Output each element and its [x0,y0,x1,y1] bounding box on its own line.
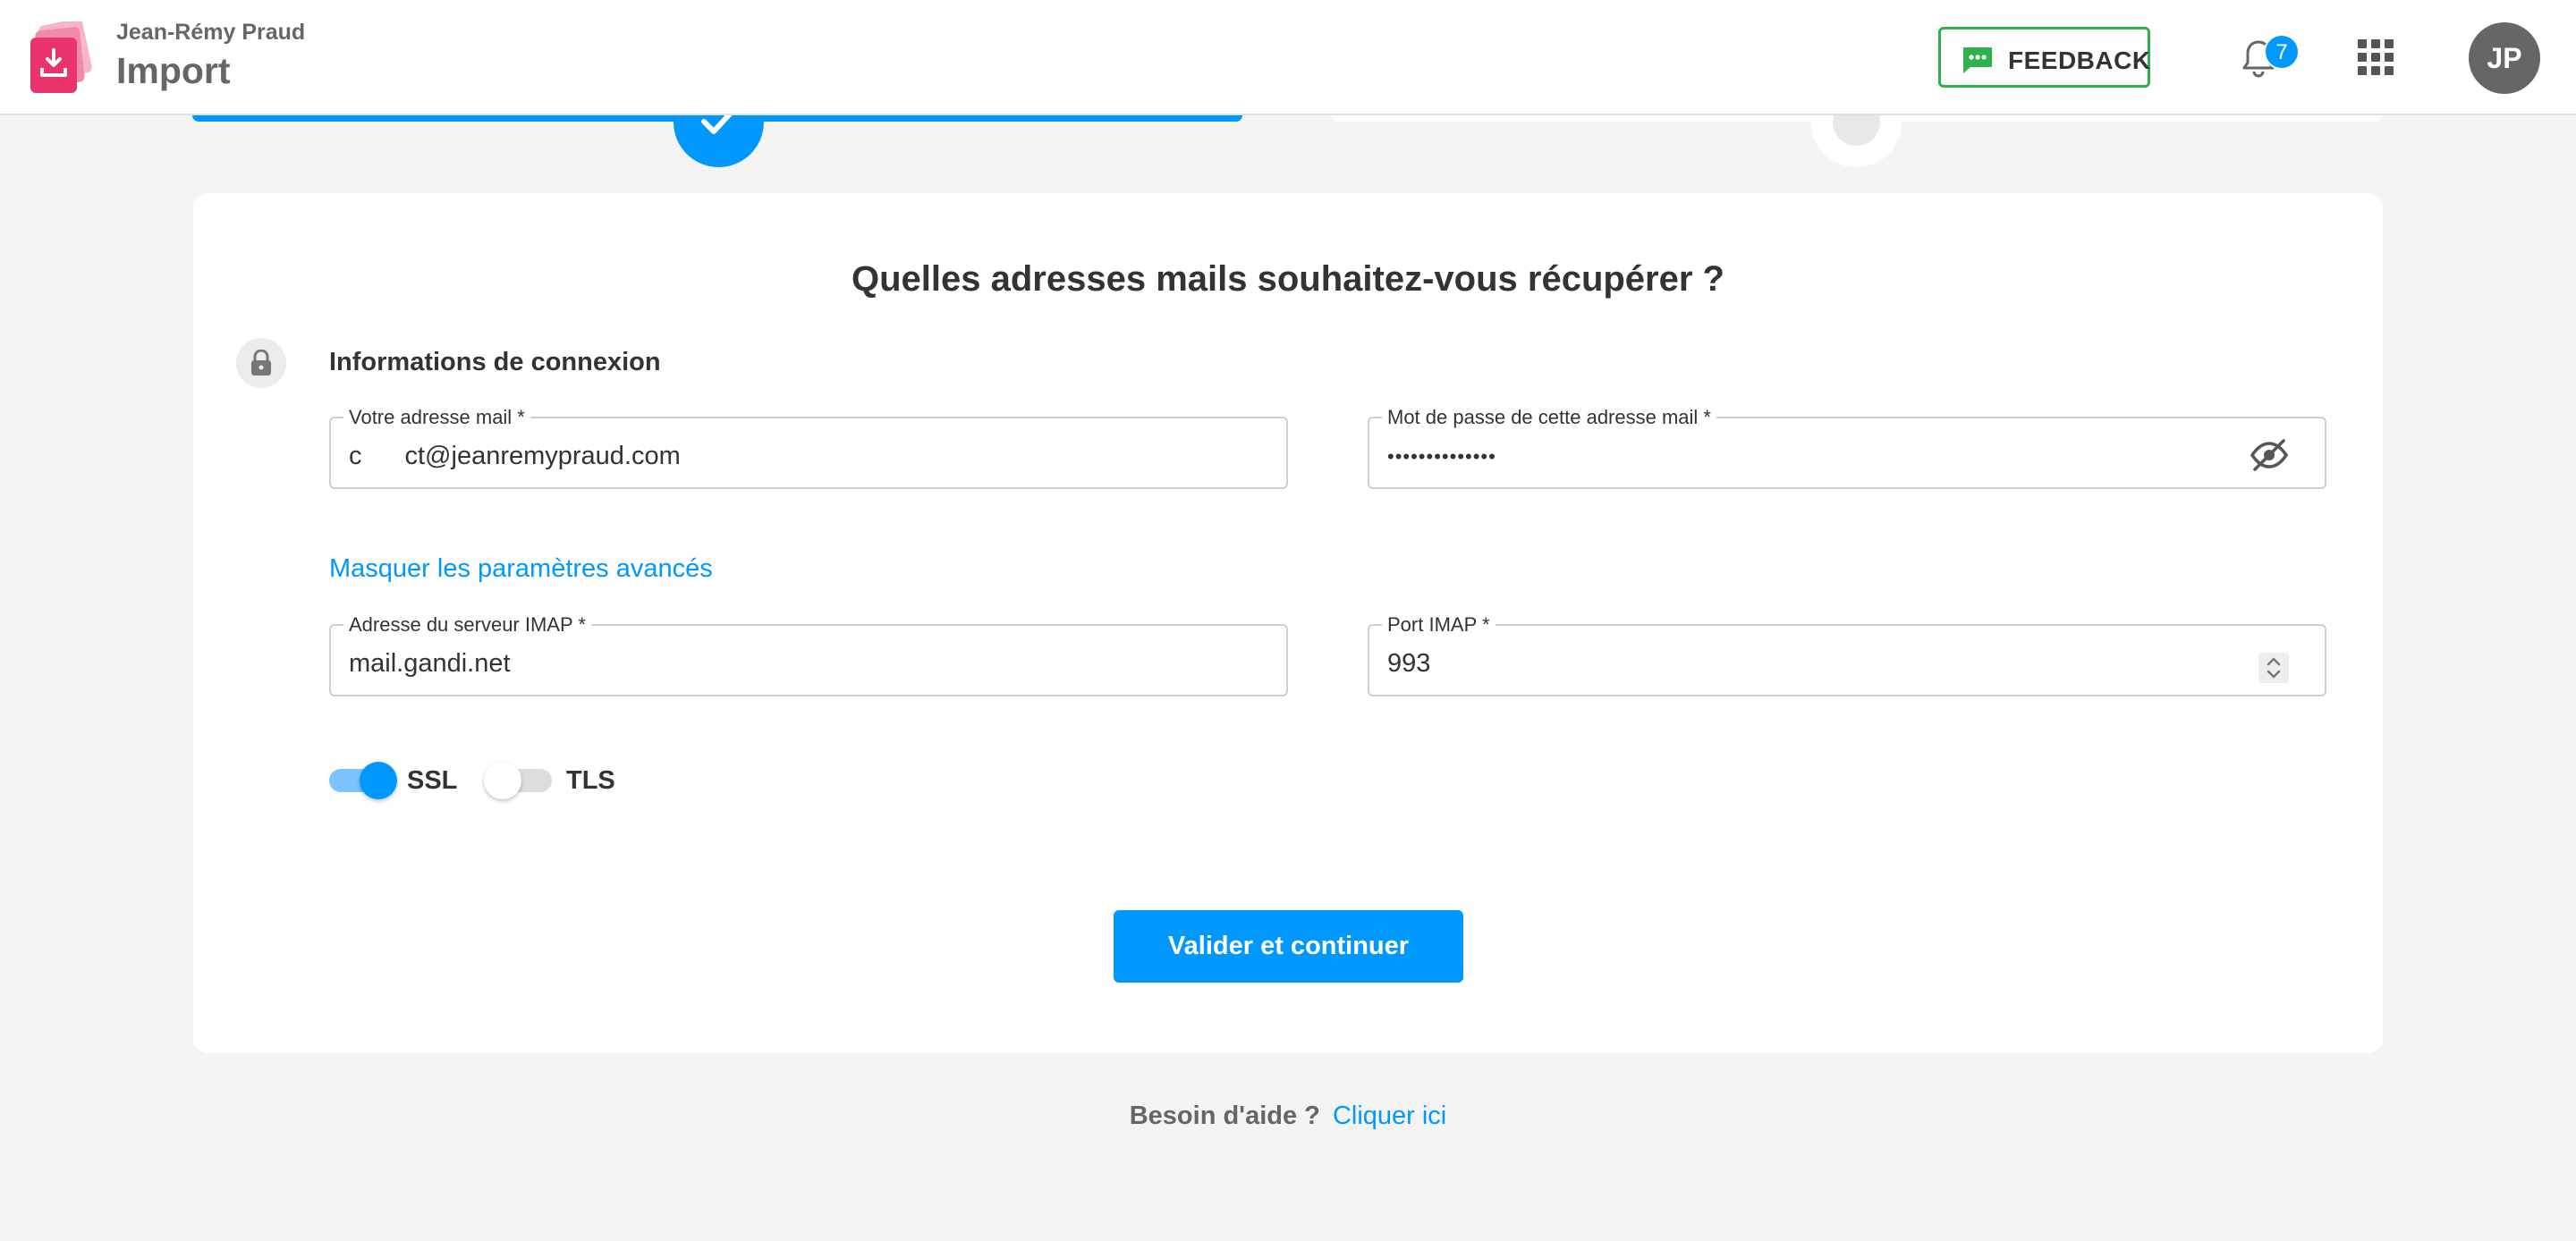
imap-port-field-value[interactable]: 993 [1387,649,1430,679]
password-field-value[interactable]: •••••••••••••• [1387,445,1496,469]
imap-server-field-label: Adresse du serveur IMAP * [343,613,591,637]
lock-badge [236,338,286,388]
top-header: Jean-Rémy Praud Import FEEDBACK 7 JP [0,0,2576,115]
tls-toggle[interactable] [484,760,552,801]
email-value-suffix: ct@jeanremypraud.com [404,442,681,470]
imap-server-field-value[interactable]: mail.gandi.net [349,649,511,679]
email-field-value[interactable]: c ct@jeanremypraud.com [349,442,681,471]
feedback-button[interactable]: FEEDBACK [1938,27,2150,88]
imap-port-field[interactable]: Port IMAP * 993 [1368,613,2326,696]
help-text: Besoin d'aide ? [1129,1102,1320,1130]
tls-toggle-thumb [484,762,521,799]
import-logo-icon [27,18,93,95]
submit-button[interactable]: Valider et continuer [1114,910,1463,983]
eye-off-icon[interactable] [2250,438,2289,472]
form-title: Quelles adresses mails souhaitez-vous ré… [852,259,1724,299]
email-value-prefix: c [349,442,362,470]
header-user-name: Jean-Rémy Praud [116,20,306,45]
toggle-advanced-settings-link[interactable]: Masquer les paramètres avancés [329,554,713,584]
ssl-toggle[interactable] [329,760,397,801]
avatar[interactable]: JP [2469,22,2540,94]
email-field-label: Votre adresse mail * [343,406,530,429]
password-field-label: Mot de passe de cette adresse mail * [1382,406,1716,429]
password-field[interactable]: Mot de passe de cette adresse mail * •••… [1368,406,2326,489]
ssl-label: SSL [407,766,458,795]
ssl-toggle-thumb [360,762,397,799]
lock-icon [251,350,271,376]
tls-label: TLS [566,766,615,795]
email-field[interactable]: Votre adresse mail * c ct@jeanremypraud.c… [329,406,1288,489]
help-footer: Besoin d'aide ? Cliquer ici [0,1102,2576,1131]
section-title-connection: Informations de connexion [329,348,661,376]
page-title: Import [116,50,231,91]
imap-server-field[interactable]: Adresse du serveur IMAP * mail.gandi.net [329,613,1288,696]
notification-badge: 7 [2264,34,2300,70]
feedback-label: FEEDBACK [2008,46,2151,74]
chat-icon [1961,45,1995,75]
imap-port-field-label: Port IMAP * [1382,613,1496,637]
spinner-arrows-icon[interactable] [2258,653,2289,683]
help-link[interactable]: Cliquer ici [1333,1102,1446,1130]
apps-grid-icon[interactable] [2358,39,2394,75]
